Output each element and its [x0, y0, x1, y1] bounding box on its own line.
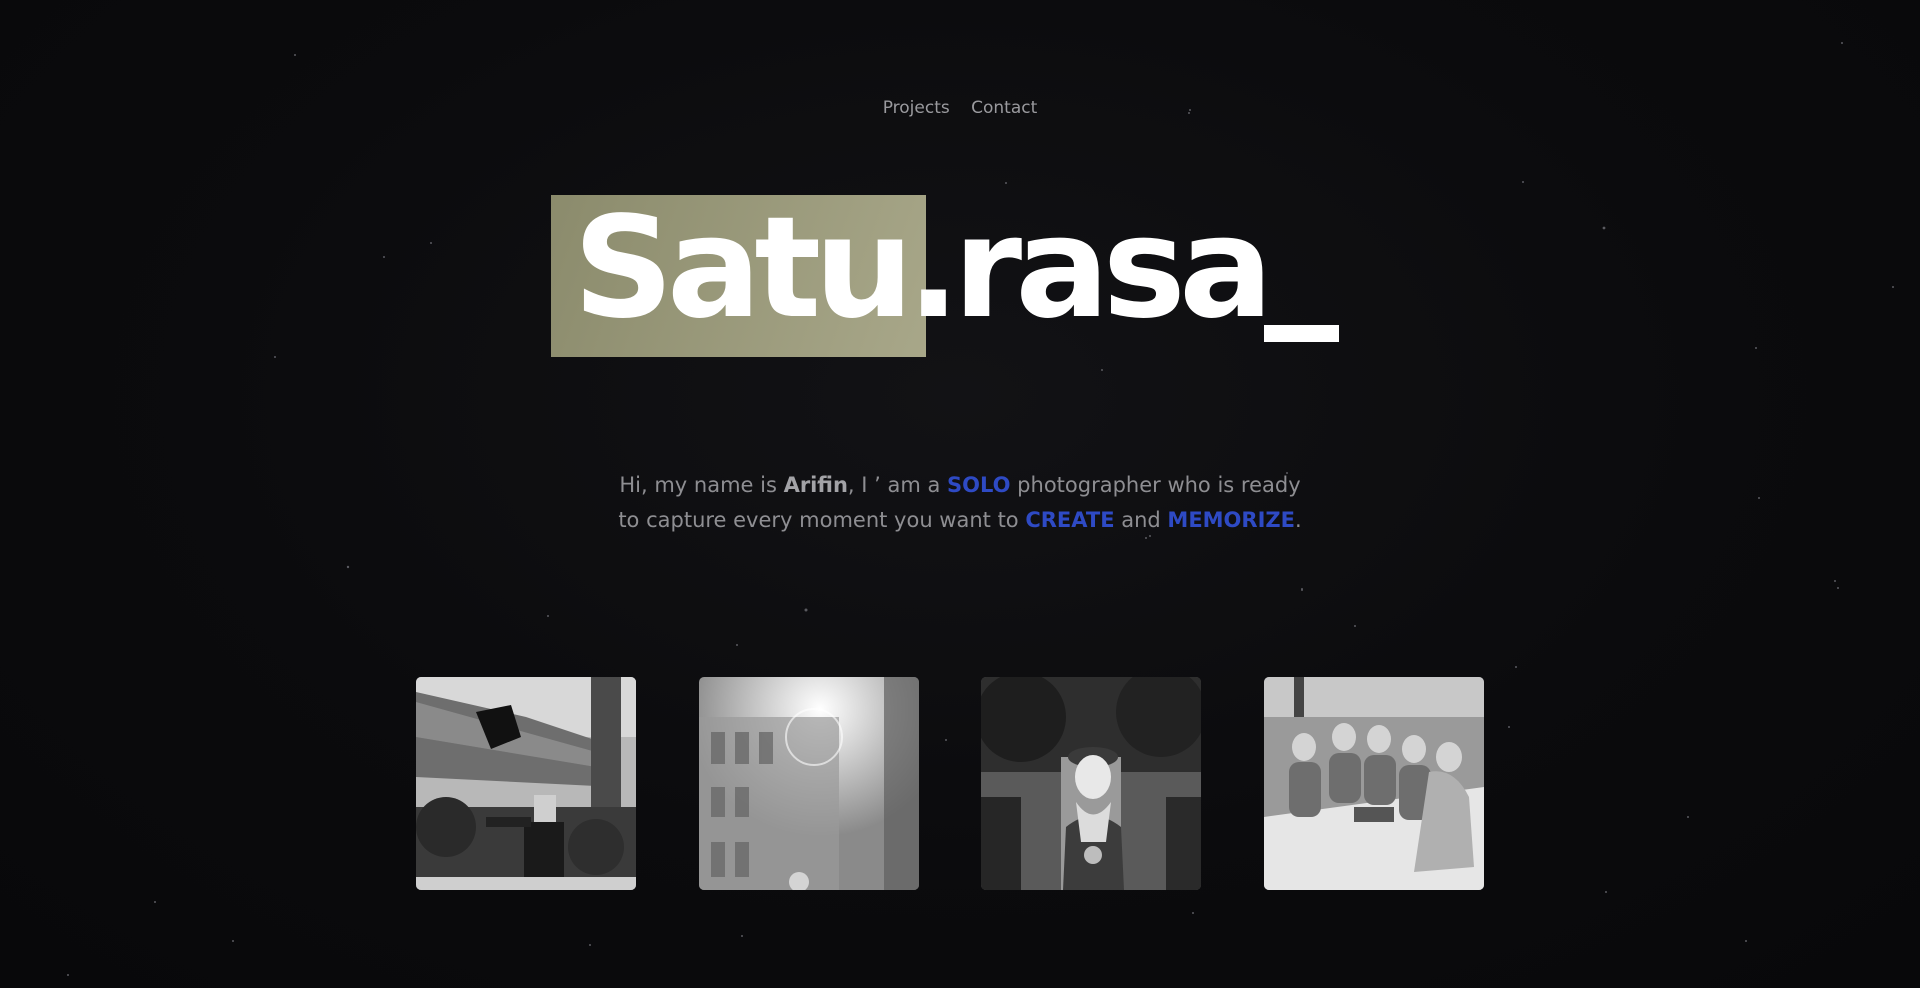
top-navigation: Projects Contact: [0, 98, 1920, 118]
intro-text: photographer who is ready: [1010, 473, 1301, 497]
intro-text: .: [1294, 508, 1302, 532]
gallery-photo-2[interactable]: [699, 677, 919, 890]
intro-text: to capture every moment you want to: [618, 508, 1026, 532]
intro-text: Hi, my name is: [619, 473, 784, 497]
intro-accent-memorize: MEMORIZE: [1167, 508, 1295, 532]
intro-accent-solo: SOLO: [947, 473, 1011, 497]
hero-cursor-underscore: [1264, 325, 1339, 342]
portrait-flower-photo-image: [981, 677, 1201, 890]
gallery-photo-4[interactable]: [1264, 677, 1484, 890]
intro-name: Arifin: [783, 473, 848, 497]
intro-text: and: [1114, 508, 1168, 532]
gallery-photo-3[interactable]: [981, 677, 1201, 890]
building-sunlight-photo-image: [699, 677, 919, 890]
intro-accent-create: CREATE: [1025, 508, 1115, 532]
nav-link-projects[interactable]: Projects: [883, 98, 950, 118]
hero-title: Satu.rasa: [573, 187, 1273, 350]
intro-text: , I ’ am a: [847, 473, 948, 497]
group-picnic-photo-image: [1264, 677, 1484, 890]
gallery-photo-1[interactable]: [416, 677, 636, 890]
nav-link-contact[interactable]: Contact: [971, 98, 1037, 118]
graduation-photo-image: [416, 677, 636, 890]
intro-paragraph: Hi, my name is Arifin, I ’ am a SOLO pho…: [460, 468, 1460, 538]
